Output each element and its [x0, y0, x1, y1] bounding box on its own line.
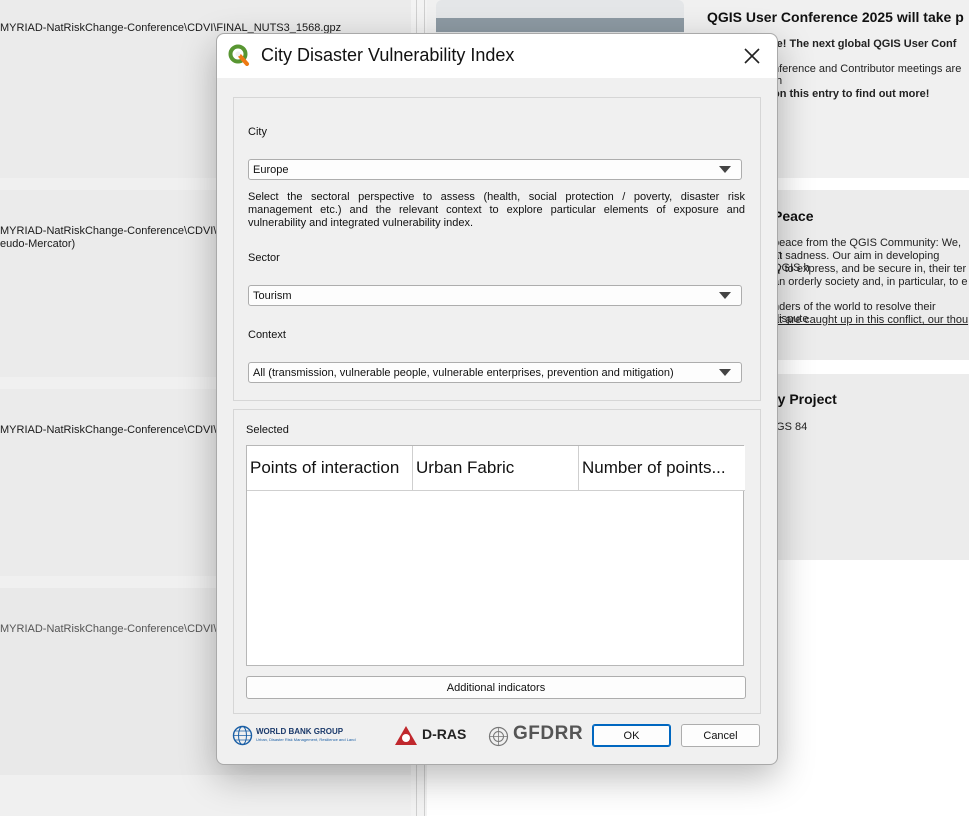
sector-value: Tourism [253, 290, 292, 302]
dialog-titlebar[interactable]: City Disaster Vulnerability Index [217, 34, 777, 78]
sector-dropdown[interactable]: Tourism [248, 285, 742, 306]
dialog-title: City Disaster Vulnerability Index [261, 45, 515, 65]
cdvi-dialog: City Disaster Vulnerability Index City E… [216, 33, 778, 765]
project-path: MYRIAD-NatRiskChange-Conference\CDVI\TE [0, 424, 231, 436]
gfdrr-logo-icon [488, 726, 509, 747]
close-button[interactable] [733, 40, 771, 72]
city-value: Europe [253, 164, 289, 176]
chevron-down-icon [719, 166, 731, 173]
qgis-logo-icon [228, 44, 249, 66]
news-text: ty to express, and be secure in, their t… [773, 263, 967, 275]
news-thumbnail-image [436, 18, 684, 32]
selected-label: Selected [246, 424, 289, 436]
news-text: te! The next global QGIS User Conf [773, 38, 957, 50]
table-header[interactable]: Number of points... [579, 446, 745, 491]
world-bank-logo-text: WORLD BANK GROUP [256, 727, 344, 736]
gfdrr-logo-text: GFDRR [513, 723, 584, 744]
sector-description: Select the sectoral perspective to asses… [248, 191, 745, 229]
context-dropdown[interactable]: All (transmission, vulnerable people, vu… [248, 362, 742, 383]
partner-logos: WORLD BANK GROUP Urban, Disaster Risk Ma… [232, 723, 584, 748]
context-value: All (transmission, vulnerable people, vu… [253, 367, 674, 379]
news-text: at are caught up in this conflict, our t… [773, 314, 969, 326]
table-header[interactable]: Urban Fabric [413, 446, 579, 491]
selected-indicators-table[interactable]: Points of interaction Urban Fabric Numbe… [246, 445, 745, 666]
news-title: ty Project [773, 391, 837, 407]
ok-button[interactable]: OK [592, 724, 671, 747]
news-title: QGIS User Conference 2025 will take p [707, 9, 964, 25]
selected-group: Selected Points of interaction Urban Fab… [233, 409, 761, 714]
city-dropdown[interactable]: Europe [248, 159, 742, 180]
news-text: nference and Contributor meetings are th [773, 63, 962, 87]
dras-logo-text: D-RAS [422, 726, 467, 742]
table-header[interactable]: Points of interaction [247, 446, 413, 491]
world-bank-logo-subtext: Urban, Disaster Risk Management, Resilie… [256, 737, 356, 742]
cancel-button[interactable]: Cancel [681, 724, 760, 747]
project-path: MYRIAD-NatRiskChange-Conference\CDVI\CD [0, 623, 233, 635]
context-label: Context [248, 329, 286, 341]
dras-logo-icon [395, 726, 417, 745]
city-label: City [248, 126, 267, 138]
project-crs: eudo-Mercator) [0, 238, 76, 250]
world-bank-globe-icon [232, 725, 253, 746]
news-title: Peace [773, 208, 814, 224]
news-text: an orderly society and, in particular, t… [773, 276, 968, 288]
additional-indicators-button[interactable]: Additional indicators [246, 676, 746, 699]
selection-group: City Europe Select the sectoral perspect… [233, 97, 761, 401]
news-text: /GS 84 [773, 421, 808, 433]
chevron-down-icon [719, 292, 731, 299]
sector-label: Sector [248, 252, 280, 264]
chevron-down-icon [719, 369, 731, 376]
close-icon [744, 48, 760, 64]
news-link[interactable]: on this entry to find out more! [773, 88, 929, 100]
